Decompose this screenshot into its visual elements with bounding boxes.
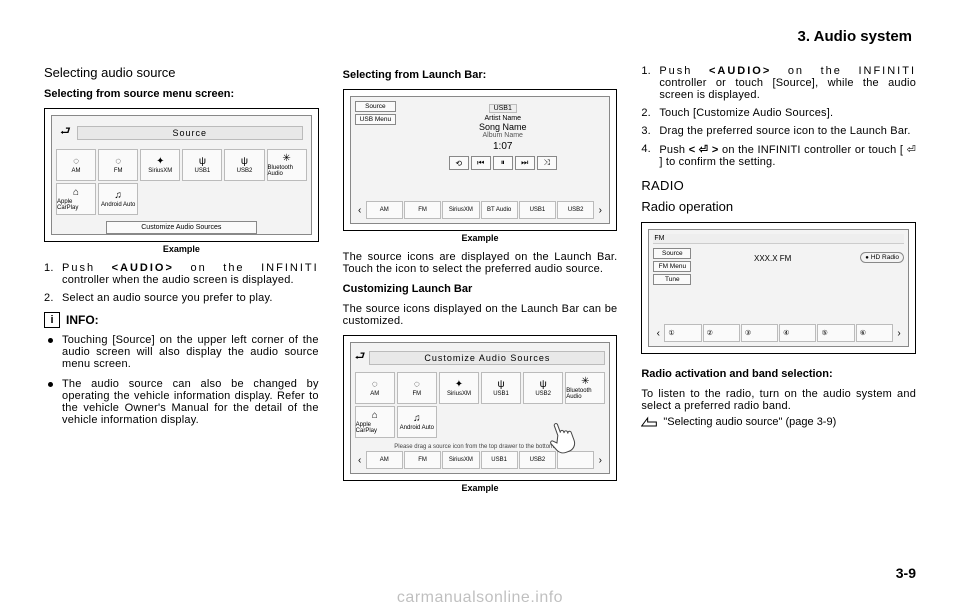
album-name: Album Name: [400, 132, 605, 139]
subheading-customize: Customizing Launch Bar: [343, 283, 618, 295]
slot-1: AM: [366, 451, 403, 469]
src-fm: ◌FM: [397, 372, 437, 404]
source-android: ♫Android Auto: [98, 183, 138, 215]
source-sxm: ✦SiriusXM: [140, 149, 180, 181]
launch-bt: BT Audio: [481, 201, 518, 219]
launch-am: AM: [366, 201, 403, 219]
prev-icon: ⏮: [471, 156, 491, 170]
c3-step-4: Push < ⏎ > on the INFINITI controller or…: [641, 143, 916, 168]
chevron-left-icon: ‹: [355, 205, 365, 216]
slot-4: USB1: [481, 451, 518, 469]
step-2: Select an audio source you prefer to pla…: [44, 292, 319, 304]
pill-usb-menu: USB Menu: [355, 114, 396, 125]
figure-launch-bar: Source USB Menu USB1 Artist Name Song Na…: [343, 89, 618, 231]
pill-source-2: Source: [653, 248, 691, 259]
info-bullet-1: Touching [Source] on the upper left corn…: [44, 334, 319, 370]
src-usb2: ψUSB2: [523, 372, 563, 404]
fig3-title: Customize Audio Sources: [369, 351, 605, 365]
chevron-right-icon: ›: [595, 205, 605, 216]
launch-fm: FM: [404, 201, 441, 219]
chevron-left-icon-2: ‹: [355, 455, 365, 466]
column-1: Selecting audio source Selecting from so…: [44, 65, 319, 501]
paragraph-customize-desc: The source icons displayed on the Launch…: [343, 303, 618, 327]
subheading-radio-activation: Radio activation and band selection:: [641, 368, 916, 380]
preset-6: ⑥: [856, 324, 893, 342]
chevron-right-icon-3: ›: [894, 328, 904, 339]
preset-4: ④: [779, 324, 816, 342]
fig2-title-chip: USB1: [489, 104, 517, 113]
caption-example-3: Example: [343, 483, 618, 493]
pill-source: Source: [355, 101, 396, 112]
c3-step-1: Push <AUDIO> on the INFINITI controller …: [641, 65, 916, 101]
caption-example-2: Example: [343, 233, 618, 243]
song-name: Song Name: [400, 122, 605, 132]
radio-subheading: Radio operation: [641, 199, 916, 214]
launch-usb1: USB1: [519, 201, 556, 219]
source-am: ◌AM: [56, 149, 96, 181]
pause-icon: ⏸: [493, 156, 513, 170]
figure-customize-sources: ⮐ Customize Audio Sources ◌AM ◌FM ✦Siriu…: [343, 335, 618, 481]
preset-5: ⑤: [817, 324, 854, 342]
src-sxm: ✦SiriusXM: [439, 372, 479, 404]
chevron-right-icon-2: ›: [595, 455, 605, 466]
chapter-header: 3. Audio system: [44, 28, 916, 45]
fig1-title: Source: [77, 126, 303, 140]
fig4-band: FM: [653, 234, 904, 244]
next-icon: ⏭: [515, 156, 535, 170]
info-label: INFO:: [66, 313, 99, 327]
preset-3: ③: [741, 324, 778, 342]
subheading-source-menu: Selecting from source menu screen:: [44, 88, 319, 100]
src-am: ◌AM: [355, 372, 395, 404]
hd-radio-pill: HD Radio: [860, 252, 904, 263]
pill-fm-menu: FM Menu: [653, 261, 691, 272]
preset-2: ②: [703, 324, 740, 342]
fig4-freq: XXX.X FM: [695, 254, 850, 263]
page-number: 3-9: [896, 565, 916, 581]
artist-name: Artist Name: [400, 115, 605, 122]
slot-2: FM: [404, 451, 441, 469]
section-title: Selecting audio source: [44, 65, 319, 80]
paragraph-radio-activation: To listen to the radio, turn on the audi…: [641, 388, 916, 412]
source-carplay: ⌂Apple CarPlay: [56, 183, 96, 215]
info-bullet-2: The audio source can also be changed by …: [44, 378, 319, 426]
info-icon: i: [44, 312, 60, 328]
src-usb1: ψUSB1: [481, 372, 521, 404]
source-usb1: ψUSB1: [182, 149, 222, 181]
caption-example-1: Example: [44, 244, 319, 254]
step-1: Push <AUDIO> on the INFINITI controller …: [44, 262, 319, 286]
footer-watermark: carmanualsonline.info: [0, 589, 960, 607]
source-fm: ◌FM: [98, 149, 138, 181]
c3-step-2: Touch [Customize Audio Sources].: [641, 107, 916, 119]
figure-source-menu: ⮐ Source ◌AM ◌FM ✦SiriusXM ψUSB1 ψUSB2 ✳…: [44, 108, 319, 242]
source-bt: ✳Bluetooth Audio: [267, 149, 307, 181]
chevron-left-icon-3: ‹: [653, 328, 663, 339]
radio-heading: RADIO: [641, 178, 916, 193]
c3-step-3: Drag the preferred source icon to the La…: [641, 125, 916, 137]
shuffle-icon: ⤨: [537, 156, 557, 170]
customize-sources-btn: Customize Audio Sources: [106, 221, 256, 234]
back-icon-2: ⮐: [355, 347, 366, 368]
figure-radio: FM Source FM Menu Tune XXX.X FM HD Radio: [641, 222, 916, 354]
launch-sxm: SiriusXM: [442, 201, 479, 219]
column-3: Push <AUDIO> on the INFINITI controller …: [641, 65, 916, 501]
subheading-launch-bar: Selecting from Launch Bar:: [343, 69, 618, 81]
back-icon: ⮐: [60, 122, 71, 143]
paragraph-launch-desc: The source icons are displayed on the La…: [343, 251, 618, 275]
source-usb2: ψUSB2: [224, 149, 264, 181]
xref-text: "Selecting audio source" (page 3-9): [663, 416, 836, 431]
src-bt: ✳Bluetooth Audio: [565, 372, 605, 404]
play-time: 1:07: [400, 141, 605, 152]
pill-tune: Tune: [653, 274, 691, 285]
preset-1: ①: [664, 324, 701, 342]
column-2: Selecting from Launch Bar: Source USB Me…: [343, 65, 618, 501]
xref-icon: [641, 416, 657, 431]
slot-5: USB2: [519, 451, 556, 469]
launch-usb2: USB2: [557, 201, 594, 219]
src-android: ♫Android Auto: [397, 406, 437, 438]
slot-3: SiriusXM: [442, 451, 479, 469]
src-carplay: ⌂Apple CarPlay: [355, 406, 395, 438]
repeat-icon: ⟲: [449, 156, 469, 170]
